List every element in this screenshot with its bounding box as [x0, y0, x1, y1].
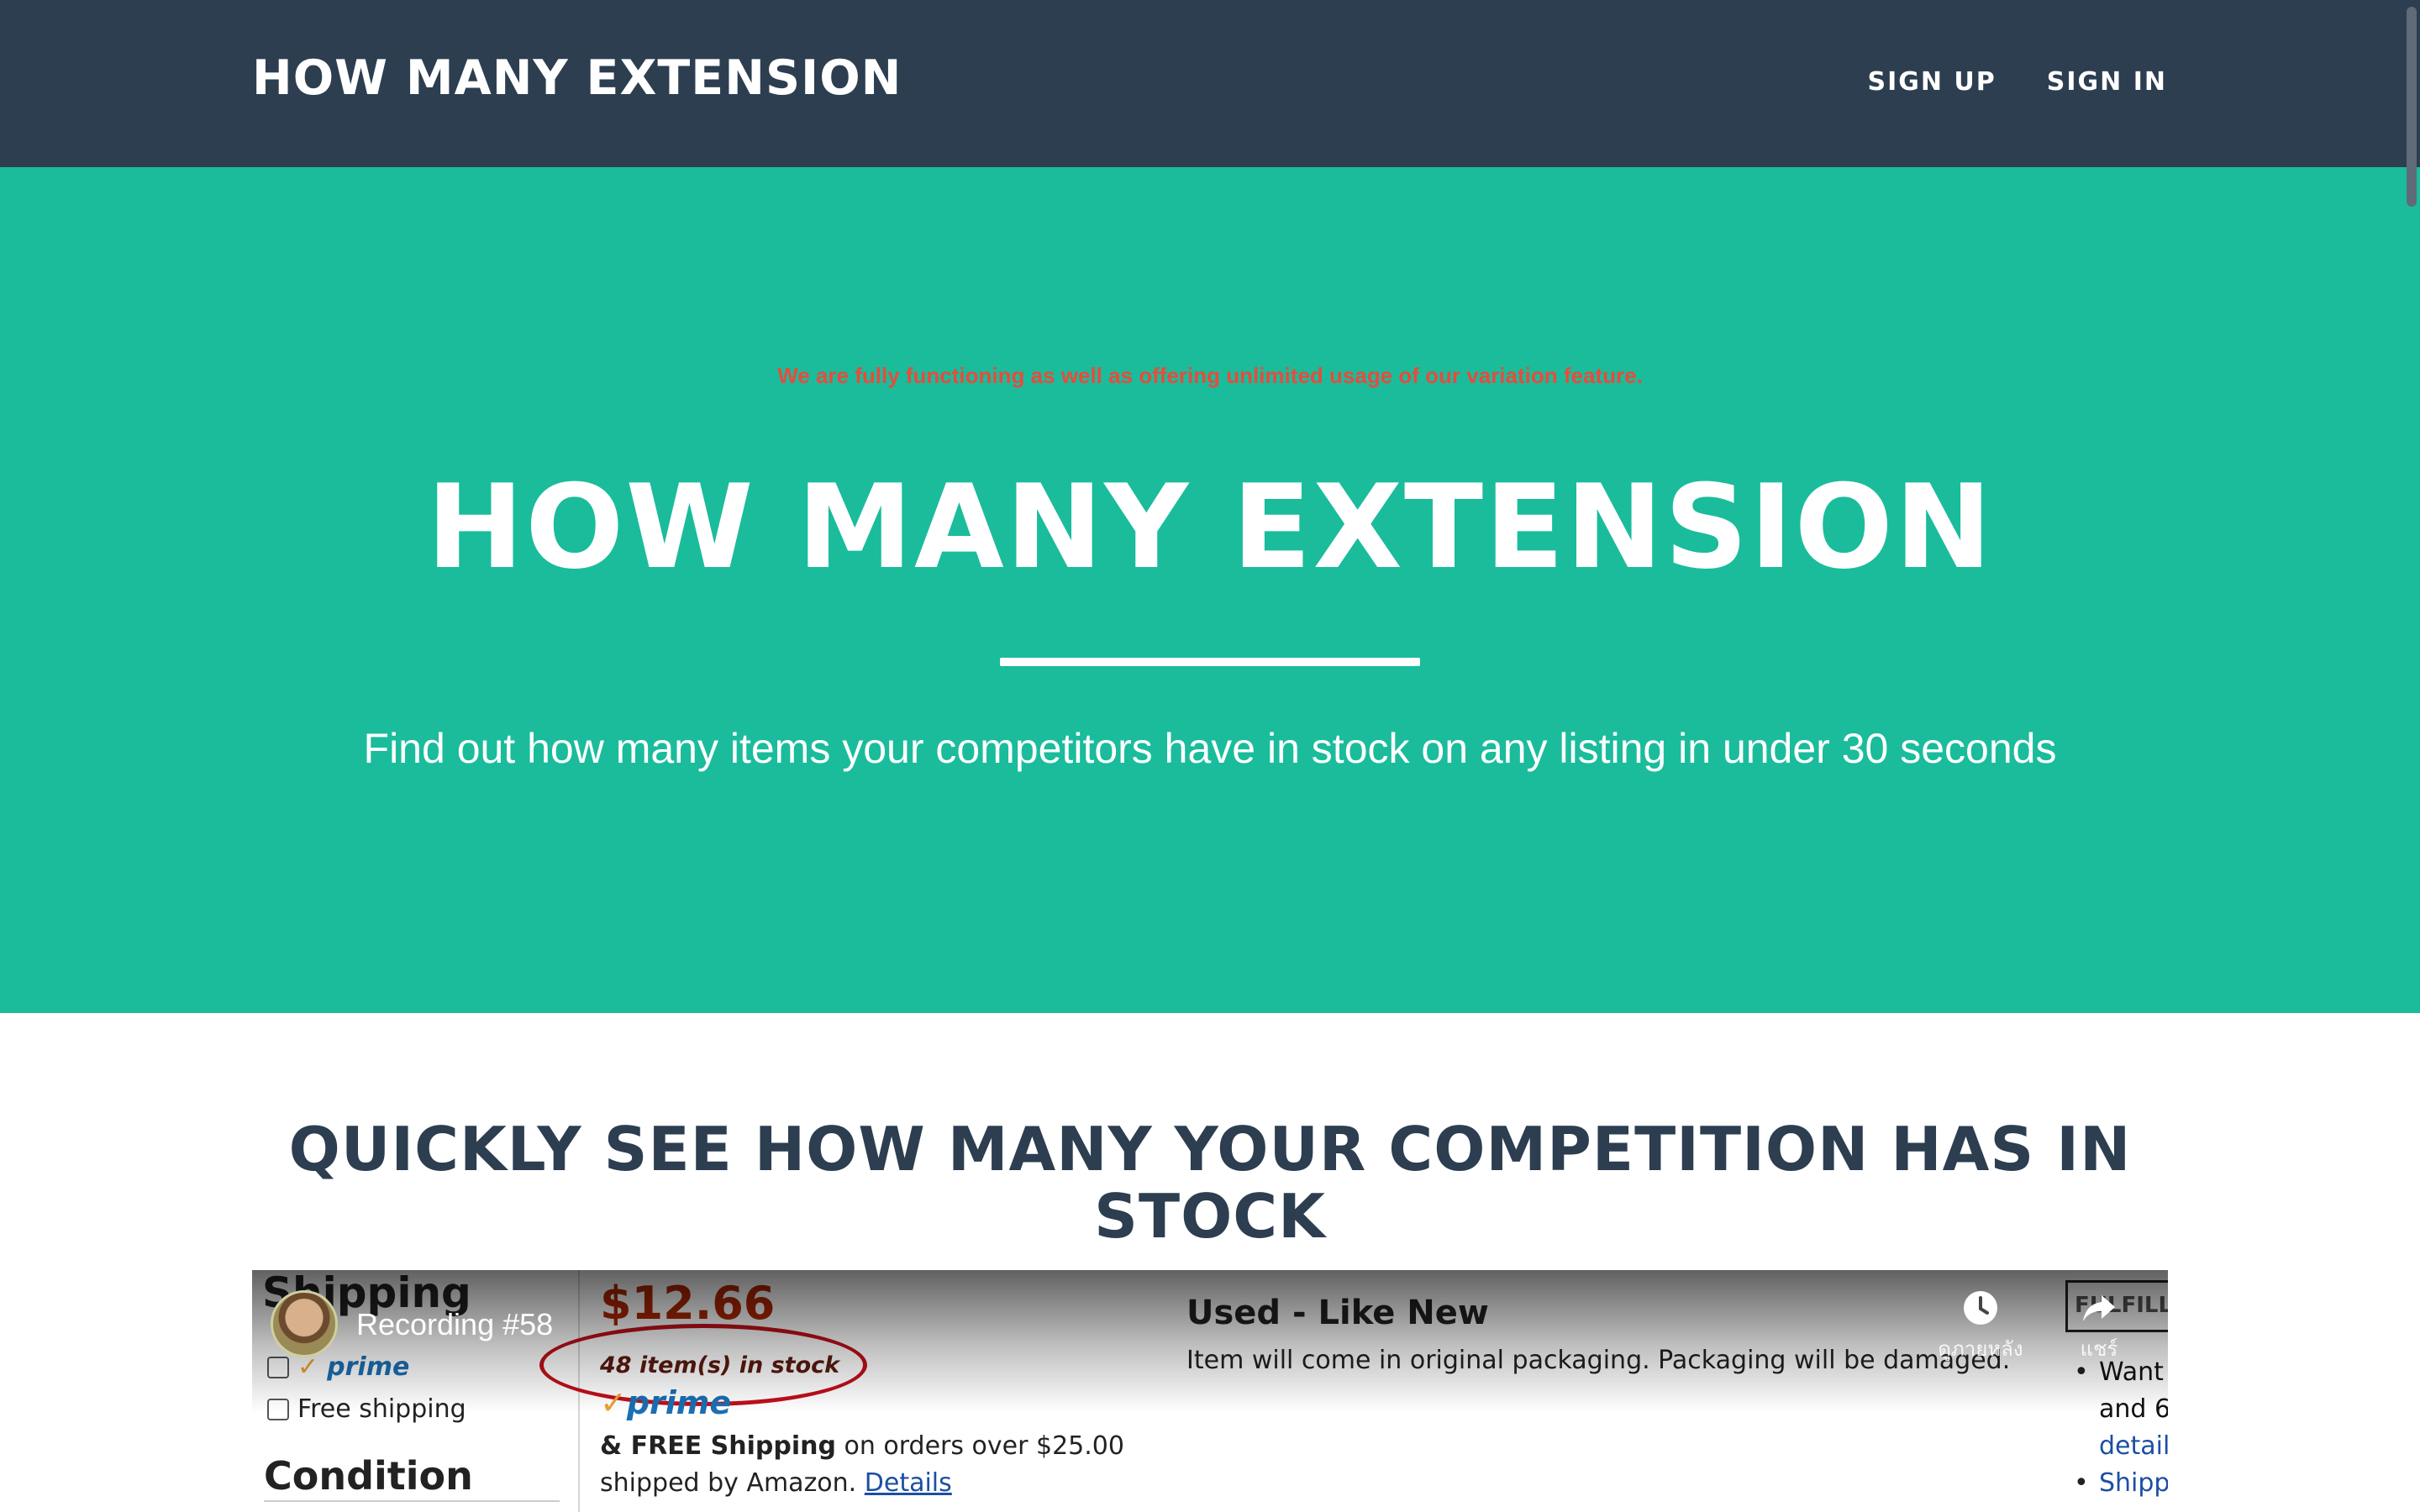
hero-tagline: Find out how many items your competitors…	[363, 725, 2057, 772]
notice-text: We are fully functioning as well as offe…	[777, 363, 1643, 388]
share-label: แชร์	[2080, 1338, 2118, 1361]
bullet-item: and 6	[2070, 1391, 2168, 1428]
bullet-item: detail	[2070, 1428, 2168, 1465]
free-shipping-note: & FREE Shipping on orders over $25.00	[600, 1431, 1124, 1461]
prime-checkbox	[267, 1356, 289, 1378]
shipped-by-text: shipped by Amazon.	[600, 1468, 865, 1498]
clock-icon	[1964, 1291, 1997, 1325]
bullet-text: detail	[2099, 1431, 2168, 1461]
hero-title: HOW MANY EXTENSION	[426, 459, 1994, 595]
bullet-list: • Want and 6 detail • Shipp	[2070, 1354, 2168, 1502]
prime-logo-check-icon: ✓	[600, 1384, 627, 1421]
sign-up-link[interactable]: SIGN UP	[1867, 67, 1996, 97]
prime-logo: ✓prime	[600, 1384, 731, 1421]
section-title: QUICKLY SEE HOW MANY YOUR COMPETITION HA…	[288, 1114, 2132, 1252]
hero-section: We are fully functioning as well as offe…	[0, 167, 2420, 1013]
share-button[interactable]: แชร์	[2057, 1289, 2141, 1365]
sign-in-link[interactable]: SIGN IN	[2047, 67, 2167, 97]
channel-avatar[interactable]	[271, 1290, 338, 1357]
bullet-text: Shipp	[2099, 1468, 2168, 1498]
condition-heading: Condition	[264, 1453, 473, 1499]
hero-divider	[1000, 658, 1420, 666]
shipped-by-note: shipped by Amazon. Details	[600, 1468, 952, 1498]
prime-filter-label: prime	[327, 1352, 410, 1382]
free-shipping-filter: Free shipping	[267, 1394, 466, 1424]
offer-price: $12.66	[600, 1277, 776, 1330]
watch-later-button[interactable]: ดูภายหลัง	[1934, 1289, 2027, 1365]
nav-links: SIGN UP SIGN IN	[1867, 67, 2167, 97]
condition-note: Item will come in original packaging. Pa…	[1186, 1346, 2011, 1375]
prime-filter: ✓ prime	[267, 1352, 409, 1382]
bullet-item: • Shipp	[2070, 1465, 2168, 1502]
share-arrow-icon	[2083, 1295, 2115, 1321]
brand-link[interactable]: HOW MANY EXTENSION	[252, 50, 902, 106]
free-shipping-bold: & FREE Shipping	[600, 1431, 836, 1461]
navbar: HOW MANY EXTENSION SIGN UP SIGN IN	[0, 0, 2420, 167]
scrollbar-thumb[interactable]	[2407, 7, 2417, 207]
bullet-text: and 6	[2099, 1394, 2168, 1424]
stock-count: 48 item(s) in stock	[600, 1352, 840, 1378]
prime-logo-text: prime	[626, 1384, 732, 1421]
free-shipping-checkbox	[267, 1398, 289, 1420]
video-embed[interactable]: Shipping ✓ prime Free shipping Condition …	[252, 1270, 2168, 1512]
watch-later-label: ดูภายหลัง	[1938, 1338, 2023, 1361]
details-link: Details	[864, 1468, 952, 1498]
condition-value: Used - Like New	[1186, 1294, 1489, 1332]
free-shipping-rest: on orders over $25.00	[835, 1431, 1124, 1461]
page-scrollbar[interactable]	[2400, 0, 2420, 1512]
condition-divider	[264, 1500, 560, 1502]
video-title[interactable]: Recording #58	[356, 1307, 553, 1342]
free-shipping-label: Free shipping	[297, 1394, 466, 1424]
